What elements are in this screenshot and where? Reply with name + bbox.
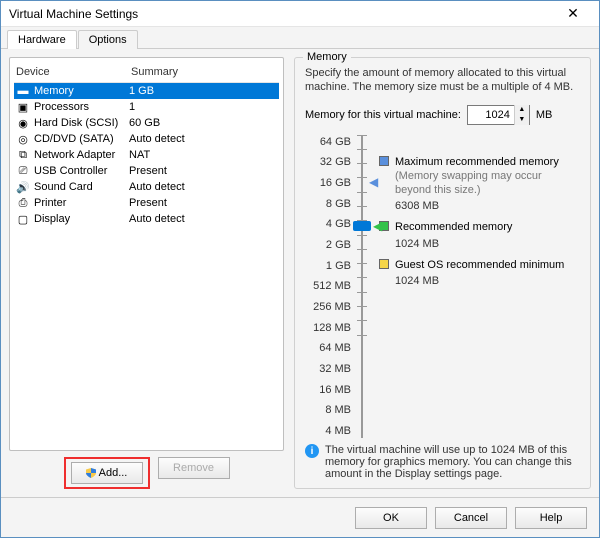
device-list-frame: Device Summary ▬ Memory1 GB ▣ Processors1 ◉ H… [9,57,284,451]
legend-max-note: (Memory swapping may occur beyond this s… [395,169,580,198]
memory-spinbox[interactable]: ▲▼ [467,105,530,125]
device-name: Network Adapter [34,149,129,161]
ok-button[interactable]: OK [355,507,427,529]
display-icon: ▢ [16,212,30,226]
window-title: Virtual Machine Settings [9,7,553,21]
device-name: Memory [34,85,129,97]
memory-info-text: The virtual machine will use up to 1024 … [325,444,580,480]
rec-marker-icon: ◀ [373,221,382,231]
device-summary: Auto detect [129,181,277,193]
legend-min-value: 1024 MB [379,275,580,287]
device-row-sound-card[interactable]: 🔊 Sound CardAuto detect [14,179,279,195]
tick-label: 64 GB [305,135,351,149]
device-row-network-adapter[interactable]: ⧉ Network AdapterNAT [14,147,279,163]
device-name: CD/DVD (SATA) [34,133,129,145]
device-summary: Present [129,197,277,209]
tick-label: 64 MB [305,341,351,355]
legend-max-swatch [379,156,389,166]
help-button[interactable]: Help [515,507,587,529]
tick-label: 256 MB [305,300,351,314]
device-summary: Auto detect [129,133,277,145]
max-marker-icon: ◀ [369,177,378,187]
legend-rec-label: Recommended memory [395,220,512,234]
close-button[interactable]: ✕ [553,1,593,26]
tab-options[interactable]: Options [78,30,138,49]
column-header-summary[interactable]: Summary [131,66,277,78]
device-summary: Auto detect [129,213,277,225]
device-row-display[interactable]: ▢ DisplayAuto detect [14,211,279,227]
tick-label: 128 MB [305,321,351,335]
slider-thumb[interactable] [353,221,371,231]
hdd-icon: ◉ [16,116,30,130]
legend-min-swatch [379,259,389,269]
memory-description: Specify the amount of memory allocated t… [305,66,580,95]
processors-icon: ▣ [16,100,30,114]
cancel-button[interactable]: Cancel [435,507,507,529]
tick-label: 512 MB [305,279,351,293]
tick-label: 16 GB [305,176,351,190]
device-row-processors[interactable]: ▣ Processors1 [14,99,279,115]
tick-label: 32 MB [305,362,351,376]
legend-min-label: Guest OS recommended minimum [395,258,564,272]
device-row-printer[interactable]: ⎙ PrinterPresent [14,195,279,211]
device-name: Sound Card [34,181,129,193]
device-name: USB Controller [34,165,129,177]
cd-icon: ◎ [16,132,30,146]
tick-label: 32 GB [305,155,351,169]
add-button-label: Add... [99,467,128,479]
column-header-device[interactable]: Device [16,66,131,78]
spin-down-icon[interactable]: ▼ [515,115,529,125]
net-icon: ⧉ [16,148,30,162]
memory-input-label: Memory for this virtual machine: [305,109,461,121]
printer-icon: ⎙ [16,196,30,210]
device-name: Processors [34,101,129,113]
memory-icon: ▬ [16,84,30,98]
memory-slider[interactable]: ◀ ◀ [355,135,369,438]
legend-max-label: Maximum recommended memory [395,155,580,169]
device-row-memory[interactable]: ▬ Memory1 GB [14,83,279,99]
tick-label: 4 MB [305,424,351,438]
add-button[interactable]: Add... [71,462,143,484]
tick-label: 1 GB [305,259,351,273]
tick-label: 4 GB [305,217,351,231]
legend-max-value: 6308 MB [379,200,580,212]
device-name: Printer [34,197,129,209]
tab-hardware[interactable]: Hardware [7,30,77,49]
tick-label: 16 MB [305,383,351,397]
device-summary: 60 GB [129,117,277,129]
tick-label: 8 MB [305,403,351,417]
device-summary: Present [129,165,277,177]
memory-unit: MB [536,109,553,121]
memory-input[interactable] [468,109,514,121]
tick-label: 8 GB [305,197,351,211]
memory-group-title: Memory [303,51,351,63]
device-row-cd-dvd-sata-[interactable]: ◎ CD/DVD (SATA)Auto detect [14,131,279,147]
legend-rec-value: 1024 MB [379,238,580,250]
spin-up-icon[interactable]: ▲ [515,105,529,115]
device-summary: NAT [129,149,277,161]
tick-label: 2 GB [305,238,351,252]
device-summary: 1 [129,101,277,113]
shield-icon [86,468,96,478]
memory-group: Memory Specify the amount of memory allo… [294,57,591,489]
remove-button: Remove [158,457,230,479]
device-name: Hard Disk (SCSI) [34,117,129,129]
usb-icon: ⎚ [16,164,30,178]
device-row-usb-controller[interactable]: ⎚ USB ControllerPresent [14,163,279,179]
info-icon: i [305,444,319,458]
add-button-highlight: Add... [64,457,150,489]
device-row-hard-disk-scsi-[interactable]: ◉ Hard Disk (SCSI)60 GB [14,115,279,131]
device-summary: 1 GB [129,85,277,97]
device-name: Display [34,213,129,225]
sound-icon: 🔊 [16,180,30,194]
